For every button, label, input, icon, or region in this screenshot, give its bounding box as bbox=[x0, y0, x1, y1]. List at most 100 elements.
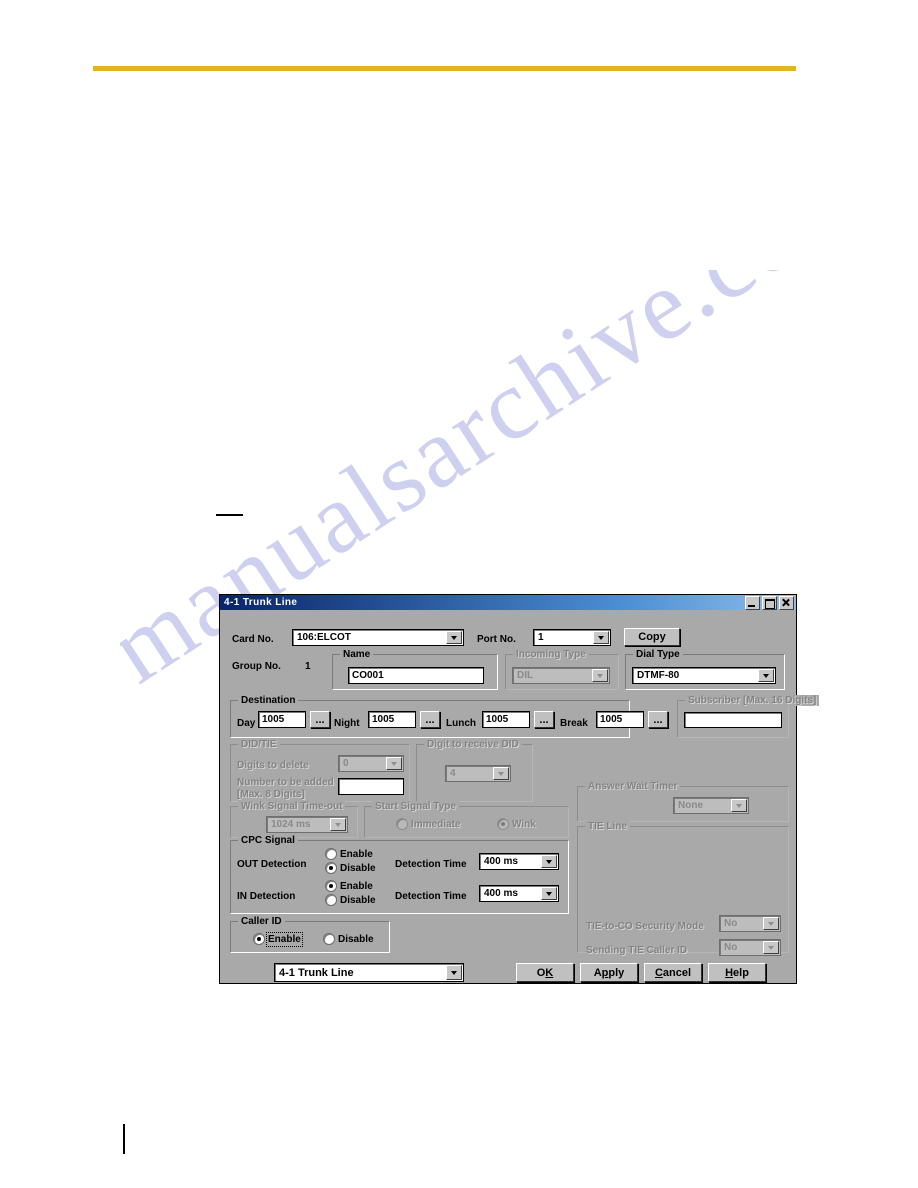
radio-icon[interactable] bbox=[325, 894, 337, 906]
ok-button[interactable]: OK bbox=[516, 963, 574, 982]
page-footer-marker bbox=[123, 1124, 125, 1154]
card-no-value: 106:ELCOT bbox=[297, 632, 351, 643]
name-label: Name bbox=[340, 649, 374, 660]
radio-icon[interactable] bbox=[325, 848, 337, 860]
chevron-down-icon bbox=[592, 669, 608, 682]
out-detection-enable-radio[interactable]: Enable bbox=[325, 848, 373, 860]
screen-selector-value: 4-1 Trunk Line bbox=[279, 966, 354, 979]
sending-tie-caller-id-select: No bbox=[719, 939, 781, 956]
port-no-value: 1 bbox=[538, 632, 544, 643]
cancel-button-label: Cancel bbox=[654, 966, 692, 979]
tie-to-co-security-mode-value: No bbox=[724, 918, 738, 929]
chevron-down-icon[interactable] bbox=[593, 631, 609, 644]
trunk-line-dialog: 4-1 Trunk Line Card No. 106:ELCOT Port N… bbox=[219, 594, 820, 984]
destination-day-browse-label: ... bbox=[315, 714, 325, 726]
destination-night-input[interactable]: 1005 bbox=[368, 711, 416, 728]
destination-night-browse-button[interactable]: ... bbox=[420, 711, 440, 728]
chevron-down-icon[interactable] bbox=[541, 887, 557, 900]
out-detection-time-select[interactable]: 400 ms bbox=[479, 853, 559, 870]
in-detection-label: IN Detection bbox=[237, 891, 296, 902]
chevron-down-icon bbox=[330, 818, 346, 831]
in-detection-enable-radio[interactable]: Enable bbox=[325, 880, 373, 892]
in-detection-time-select[interactable]: 400 ms bbox=[479, 885, 559, 902]
destination-break-input[interactable]: 1005 bbox=[596, 711, 644, 728]
digit-to-receive-did-value: 4 bbox=[450, 768, 456, 779]
help-button[interactable]: Help bbox=[708, 963, 766, 982]
caller-id-disable-radio[interactable]: Disable bbox=[323, 933, 374, 945]
chevron-down-icon[interactable] bbox=[541, 855, 557, 868]
cpc-signal-group: CPC Signal bbox=[230, 835, 569, 914]
out-detection-disable-label: Disable bbox=[340, 862, 376, 874]
digit-to-receive-did-select: 4 bbox=[445, 765, 511, 782]
dial-type-select[interactable]: DTMF-80 bbox=[632, 667, 776, 684]
caller-id-enable-label: Enable bbox=[266, 931, 303, 947]
destination-day-browse-button[interactable]: ... bbox=[310, 711, 330, 728]
subscriber-label: Subscriber [Max. 16 Digits] bbox=[685, 695, 820, 706]
radio-icon[interactable] bbox=[325, 862, 337, 874]
group-no-value: 1 bbox=[305, 661, 311, 672]
chevron-down-icon bbox=[386, 757, 402, 770]
tie-to-co-security-mode-label: TIE-to-CO Security Mode bbox=[586, 921, 704, 932]
dial-type-value: DTMF-80 bbox=[637, 670, 680, 681]
dialog-title: 4-1 Trunk Line bbox=[224, 597, 298, 608]
name-input[interactable]: CO001 bbox=[348, 667, 484, 684]
destination-break-browse-button[interactable]: ... bbox=[648, 711, 668, 728]
maximize-icon[interactable] bbox=[762, 595, 777, 610]
start-signal-type-group: Start Signal Type bbox=[364, 801, 569, 838]
digits-to-delete-value: 0 bbox=[343, 758, 349, 769]
destination-lunch-value: 1005 bbox=[486, 714, 509, 725]
radio-icon[interactable] bbox=[323, 933, 335, 945]
dial-type-label: Dial Type bbox=[633, 649, 683, 660]
port-no-select[interactable]: 1 bbox=[533, 629, 611, 646]
chevron-down-icon[interactable] bbox=[446, 631, 462, 644]
destination-lunch-label: Lunch bbox=[446, 718, 476, 729]
caller-id-enable-radio[interactable]: Enable bbox=[253, 931, 303, 947]
digit-to-receive-did-label: Digit to receive DID bbox=[424, 739, 522, 750]
start-signal-immediate-radio: Immediate bbox=[396, 818, 460, 830]
screen-selector[interactable]: 4-1 Trunk Line bbox=[274, 963, 464, 982]
cancel-button[interactable]: Cancel bbox=[644, 963, 702, 982]
destination-lunch-browse-button[interactable]: ... bbox=[534, 711, 554, 728]
destination-break-label: Break bbox=[560, 718, 588, 729]
dialog-titlebar[interactable]: 4-1 Trunk Line bbox=[220, 595, 796, 610]
in-detection-disable-radio[interactable]: Disable bbox=[325, 894, 376, 906]
tie-line-label: TIE Line bbox=[585, 821, 630, 832]
destination-break-value: 1005 bbox=[600, 714, 623, 725]
caller-id-label: Caller ID bbox=[238, 916, 285, 927]
window-buttons bbox=[745, 595, 794, 610]
answer-wait-timer-select: None bbox=[673, 797, 749, 814]
destination-day-label: Day bbox=[237, 718, 256, 729]
incoming-type-label: Incoming Type bbox=[513, 649, 589, 660]
sending-tie-caller-id-label: Sending TIE Caller ID bbox=[586, 945, 688, 956]
close-icon[interactable] bbox=[779, 595, 794, 610]
cpc-signal-label: CPC Signal bbox=[238, 835, 298, 846]
destination-break-browse-label: ... bbox=[653, 714, 663, 726]
radio-icon[interactable] bbox=[325, 880, 337, 892]
number-to-be-added-sublabel: [Max. 8 Digits] bbox=[237, 789, 305, 800]
chevron-down-icon bbox=[763, 941, 779, 954]
minimize-icon[interactable] bbox=[745, 595, 760, 610]
destination-day-input[interactable]: 1005 bbox=[258, 711, 306, 728]
out-detection-enable-label: Enable bbox=[340, 848, 373, 860]
out-detection-disable-radio[interactable]: Disable bbox=[325, 862, 376, 874]
radio-icon bbox=[396, 818, 408, 830]
destination-night-browse-label: ... bbox=[425, 714, 435, 726]
answer-wait-timer-value: None bbox=[678, 800, 703, 811]
start-signal-immediate-label: Immediate bbox=[411, 818, 461, 830]
destination-lunch-input[interactable]: 1005 bbox=[482, 711, 530, 728]
help-button-label: Help bbox=[725, 966, 749, 979]
card-no-select[interactable]: 106:ELCOT bbox=[292, 629, 464, 646]
destination-night-value: 1005 bbox=[372, 714, 395, 725]
chevron-down-icon[interactable] bbox=[446, 965, 462, 980]
chevron-down-icon bbox=[493, 767, 509, 780]
sending-tie-caller-id-value: No bbox=[724, 942, 738, 953]
chevron-down-icon[interactable] bbox=[758, 669, 774, 682]
tie-line-group: TIE Line bbox=[577, 821, 789, 953]
in-detection-disable-label: Disable bbox=[340, 894, 376, 906]
copy-button[interactable]: Copy bbox=[624, 628, 680, 646]
wink-signal-timeout-select: 1024 ms bbox=[266, 816, 348, 833]
in-detection-time-label: Detection Time bbox=[395, 891, 467, 902]
radio-icon[interactable] bbox=[253, 933, 265, 945]
subscriber-input bbox=[684, 712, 782, 728]
apply-button[interactable]: Apply bbox=[580, 963, 638, 982]
